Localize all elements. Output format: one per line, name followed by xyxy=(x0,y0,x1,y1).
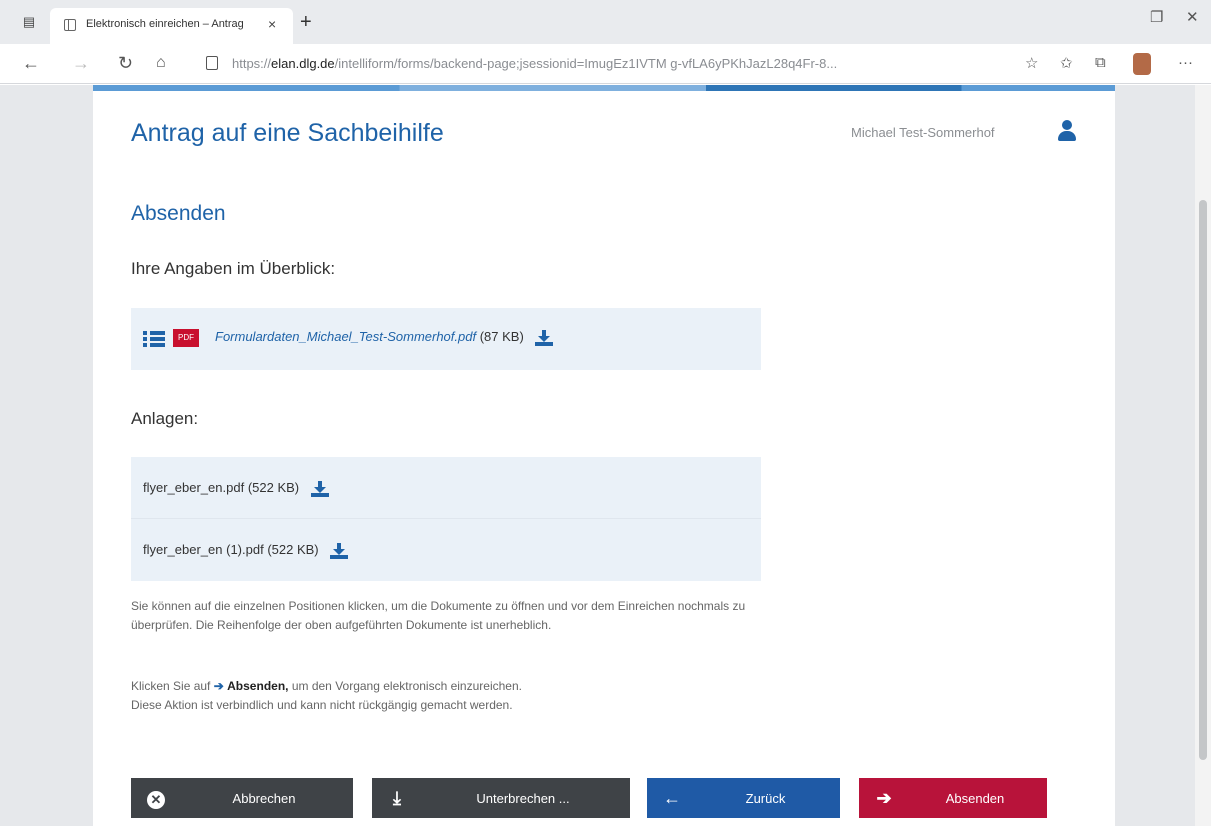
reload-icon[interactable]: ↻ xyxy=(118,53,133,73)
browser-tab[interactable]: Elektronisch einreichen – Antrag × xyxy=(50,8,293,44)
scrollbar[interactable] xyxy=(1195,85,1211,826)
list-icon xyxy=(143,331,165,347)
header-stripe xyxy=(93,85,1115,91)
download-icon[interactable] xyxy=(535,329,554,346)
user-name: Michael Test-Sommerhof xyxy=(851,125,995,140)
user-icon[interactable] xyxy=(1057,120,1077,142)
close-tab-icon[interactable]: × xyxy=(268,16,276,32)
url-field[interactable]: https://elan.dlg.de/intelliform/forms/ba… xyxy=(196,50,1011,78)
back-nav-icon[interactable]: ← xyxy=(22,53,40,73)
cancel-icon: ✕ xyxy=(145,787,167,809)
forward-nav-icon[interactable]: → xyxy=(72,53,90,73)
scrollbar-thumb[interactable] xyxy=(1199,200,1207,760)
profile-avatar[interactable] xyxy=(1133,53,1151,75)
attachment-row[interactable]: flyer_eber_en (1).pdf (522 KB) xyxy=(131,519,761,581)
url-text: https://elan.dlg.de/intelliform/forms/ba… xyxy=(232,56,838,71)
form-data-row[interactable]: PDF Formulardaten_Michael_Test-Sommerhof… xyxy=(131,308,761,370)
submit-button[interactable]: ➔ Absenden xyxy=(859,778,1047,818)
section-title: Absenden xyxy=(131,202,226,225)
back-button[interactable]: ← Zurück xyxy=(647,778,840,818)
overview-label: Ihre Angaben im Überblick: xyxy=(131,259,336,278)
page-title: Antrag auf eine Sachbeihilfe xyxy=(131,119,444,147)
download-icon[interactable] xyxy=(310,480,329,497)
arrow-right-icon: ➔ xyxy=(213,679,224,693)
download-icon: ⤓ xyxy=(393,788,401,808)
form-card: Antrag auf eine Sachbeihilfe Michael Tes… xyxy=(93,85,1115,826)
form-data-link[interactable]: Formulardaten_Michael_Test-Sommerhof.pdf… xyxy=(215,329,554,346)
page-icon xyxy=(64,19,76,31)
more-menu-icon[interactable]: ··· xyxy=(1178,54,1193,71)
attachment-link[interactable]: flyer_eber_en.pdf (522 KB) xyxy=(143,480,329,497)
tab-title: Elektronisch einreichen – Antrag xyxy=(86,18,244,30)
attachments-label: Anlagen: xyxy=(131,409,199,428)
arrow-left-icon: ← xyxy=(663,788,681,808)
read-aloud-icon[interactable]: ☆ xyxy=(1025,54,1038,72)
interrupt-button[interactable]: ⤓ Unterbrechen ... xyxy=(372,778,630,818)
page-viewport: Antrag auf eine Sachbeihilfe Michael Tes… xyxy=(0,85,1195,826)
close-window-icon[interactable]: ✕ xyxy=(1186,8,1199,26)
attachments-box: flyer_eber_en.pdf (522 KB) flyer_eber_en… xyxy=(131,457,761,581)
attachment-row[interactable]: flyer_eber_en.pdf (522 KB) xyxy=(131,457,761,519)
lock-icon xyxy=(206,56,218,70)
download-icon[interactable] xyxy=(330,542,349,559)
info-paragraph: Sie können auf die einzelnen Positionen … xyxy=(131,599,746,632)
window-menu-icon[interactable]: ▤ xyxy=(22,15,36,29)
submit-instructions: Klicken Sie auf ➔ Absenden, um den Vorga… xyxy=(131,679,522,712)
cancel-button[interactable]: ✕ Abbrechen xyxy=(131,778,353,818)
arrow-right-icon: ➔ xyxy=(876,788,892,808)
favorites-icon[interactable]: ✩ xyxy=(1060,54,1073,72)
form-data-box: PDF Formulardaten_Michael_Test-Sommerhof… xyxy=(131,308,761,370)
attachment-link[interactable]: flyer_eber_en (1).pdf (522 KB) xyxy=(143,542,349,559)
pdf-icon: PDF xyxy=(173,329,199,347)
restore-window-icon[interactable]: ❐ xyxy=(1150,8,1163,26)
new-tab-icon[interactable]: + xyxy=(300,12,312,32)
browser-tab-bar: ▤ Elektronisch einreichen – Antrag × + ❐… xyxy=(0,0,1211,44)
home-icon[interactable]: ⌂ xyxy=(156,53,166,73)
collections-icon[interactable]: ⧉ xyxy=(1095,54,1106,71)
browser-toolbar: ← → ↻ ⌂ https://elan.dlg.de/intelliform/… xyxy=(0,44,1211,84)
